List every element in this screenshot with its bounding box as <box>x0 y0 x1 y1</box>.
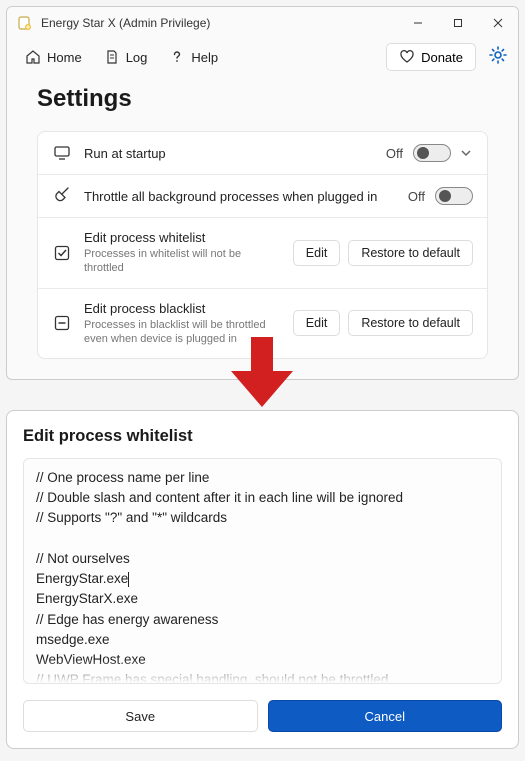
close-button[interactable] <box>478 7 518 39</box>
log-button[interactable]: Log <box>96 45 156 69</box>
gear-icon <box>488 45 508 65</box>
editor-line: // Edge has energy awareness <box>36 612 218 627</box>
title-bar: Energy Star X (Admin Privilege) <box>7 7 518 39</box>
toolbar: Home Log Help Donate <box>7 39 518 75</box>
editor-line: WebViewHost.exe <box>36 652 146 667</box>
editor-line: // One process name per line <box>36 470 209 485</box>
startup-state: Off <box>386 146 403 161</box>
settings-button[interactable] <box>488 45 508 70</box>
heart-icon <box>399 49 415 65</box>
log-label: Log <box>126 50 148 65</box>
donate-label: Donate <box>421 50 463 65</box>
row-title: Edit process whitelist <box>84 230 281 245</box>
blacklist-edit-button[interactable]: Edit <box>293 310 341 336</box>
help-icon <box>169 49 185 65</box>
home-button[interactable]: Home <box>17 45 90 69</box>
maximize-button[interactable] <box>438 7 478 39</box>
save-button[interactable]: Save <box>23 700 258 732</box>
row-title: Run at startup <box>84 146 374 161</box>
row-whitelist: Edit process whitelist Processes in whit… <box>38 218 487 289</box>
throttle-state: Off <box>408 189 425 204</box>
editor-line: // Not ourselves <box>36 551 130 566</box>
whitelist-edit-button[interactable]: Edit <box>293 240 341 266</box>
window-title: Energy Star X (Admin Privilege) <box>41 16 398 30</box>
monitor-icon <box>52 144 72 162</box>
help-label: Help <box>191 50 218 65</box>
plug-icon <box>52 187 72 205</box>
minus-box-icon <box>52 314 72 332</box>
window-controls <box>398 7 518 39</box>
editor-line: msedge.exe <box>36 632 110 647</box>
page-title: Settings <box>37 85 488 113</box>
dialog-title: Edit process whitelist <box>23 427 502 446</box>
row-subtitle: Processes in whitelist will not be throt… <box>84 247 281 276</box>
row-title: Throttle all background processes when p… <box>84 189 396 204</box>
app-icon <box>17 15 33 31</box>
whitelist-restore-button[interactable]: Restore to default <box>348 240 473 266</box>
editor-line: EnergyStarX.exe <box>36 591 138 606</box>
editor-line: // Double slash and content after it in … <box>36 490 403 505</box>
row-title: Edit process blacklist <box>84 301 281 316</box>
row-throttle-bg: Throttle all background processes when p… <box>38 175 487 218</box>
settings-window: Energy Star X (Admin Privilege) Home Log… <box>6 6 519 380</box>
row-run-at-startup[interactable]: Run at startup Off <box>38 132 487 175</box>
red-arrow-icon <box>227 337 297 407</box>
home-label: Home <box>47 50 82 65</box>
blacklist-restore-button[interactable]: Restore to default <box>348 310 473 336</box>
throttle-toggle[interactable] <box>435 187 473 205</box>
minimize-button[interactable] <box>398 7 438 39</box>
checkbox-checked-icon <box>52 244 72 262</box>
editor-line: EnergyStar.exe <box>36 571 128 586</box>
help-button[interactable]: Help <box>161 45 226 69</box>
log-icon <box>104 49 120 65</box>
editor-line: // Supports "?" and "*" wildcards <box>36 510 227 525</box>
startup-toggle[interactable] <box>413 144 451 162</box>
cancel-button[interactable]: Cancel <box>268 700 503 732</box>
whitelist-editor[interactable]: // One process name per line // Double s… <box>23 458 502 684</box>
home-icon <box>25 49 41 65</box>
dialog-buttons: Save Cancel <box>23 700 502 732</box>
editor-line: // UWP Frame has special handling, shoul… <box>36 672 388 684</box>
chevron-down-icon <box>459 146 473 160</box>
whitelist-dialog: Edit process whitelist // One process na… <box>6 410 519 749</box>
settings-content: Settings Run at startup Off <box>7 75 518 379</box>
text-caret <box>128 572 129 587</box>
donate-button[interactable]: Donate <box>386 43 476 71</box>
settings-list: Run at startup Off Throttle all backgrou… <box>37 131 488 359</box>
